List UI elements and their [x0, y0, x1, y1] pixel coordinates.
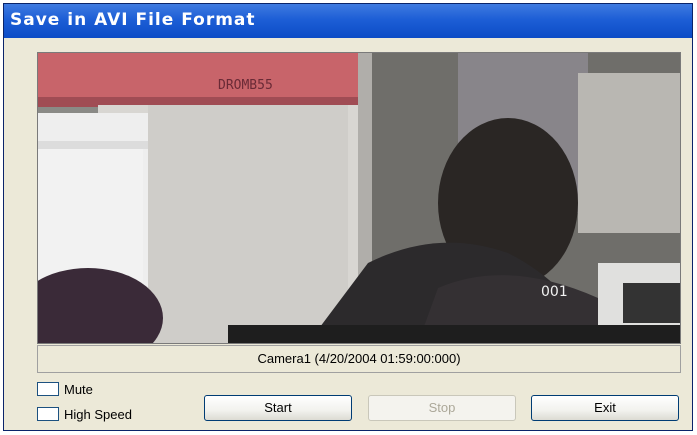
high-speed-option[interactable]: High Speed: [37, 404, 132, 424]
camera-overlay-id: 001: [541, 284, 568, 300]
camera-caption: Camera1 (4/20/2004 01:59:00:000): [37, 345, 681, 373]
camera-frame-image: DROMB55 001: [38, 53, 680, 343]
title-bar[interactable]: Save in AVI File Format: [4, 4, 692, 38]
window-title: Save in AVI File Format: [10, 10, 256, 30]
high-speed-checkbox[interactable]: [37, 407, 59, 421]
high-speed-label: High Speed: [64, 406, 132, 422]
exit-button[interactable]: Exit: [531, 395, 679, 421]
sign-text: DROMB55: [218, 78, 273, 93]
mute-checkbox[interactable]: [37, 382, 59, 396]
mute-option[interactable]: Mute: [37, 379, 93, 399]
video-preview: DROMB55 001: [37, 52, 681, 344]
mute-label: Mute: [64, 381, 93, 397]
avi-save-dialog: Save in AVI File Format DROMB55 001 Came…: [3, 3, 693, 431]
stop-button[interactable]: Stop: [368, 395, 516, 421]
start-button[interactable]: Start: [204, 395, 352, 421]
